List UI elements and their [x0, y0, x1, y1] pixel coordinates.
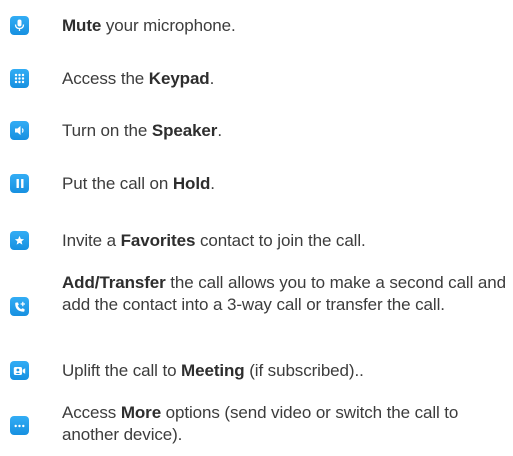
keypad-icon — [10, 69, 29, 88]
list-item-more: Access More options (send video or switc… — [0, 402, 513, 450]
add-call-icon — [10, 297, 29, 316]
list-item-meeting: Uplift the call to Meeting (if subscribe… — [0, 360, 513, 384]
speaker-icon — [10, 121, 29, 140]
item-text: Add/Transfer the call allows you to make… — [62, 273, 506, 314]
item-text: Uplift the call to Meeting (if subscribe… — [62, 361, 364, 380]
list-item-favorites: Invite a Favorites contact to join the c… — [0, 231, 513, 255]
more-icon — [10, 416, 29, 435]
list-item-keypad: Access the Keypad. — [0, 67, 513, 91]
item-text: Mute your microphone. — [62, 16, 236, 35]
list-item-mute: Mute your microphone. — [0, 14, 513, 38]
pause-icon — [10, 174, 29, 193]
list-item-hold: Put the call on Hold. — [0, 172, 513, 196]
item-text: Turn on the Speaker. — [62, 121, 222, 140]
star-icon — [10, 231, 29, 250]
list-item-add-transfer: Add/Transfer the call allows you to make… — [0, 272, 513, 338]
item-text: Invite a Favorites contact to join the c… — [62, 231, 366, 250]
item-text: Access More options (send video or switc… — [62, 403, 459, 444]
microphone-icon — [10, 16, 29, 35]
item-text: Put the call on Hold. — [62, 174, 215, 193]
list-item-speaker: Turn on the Speaker. — [0, 119, 513, 143]
meeting-icon — [10, 361, 29, 380]
item-text: Access the Keypad. — [62, 69, 215, 88]
